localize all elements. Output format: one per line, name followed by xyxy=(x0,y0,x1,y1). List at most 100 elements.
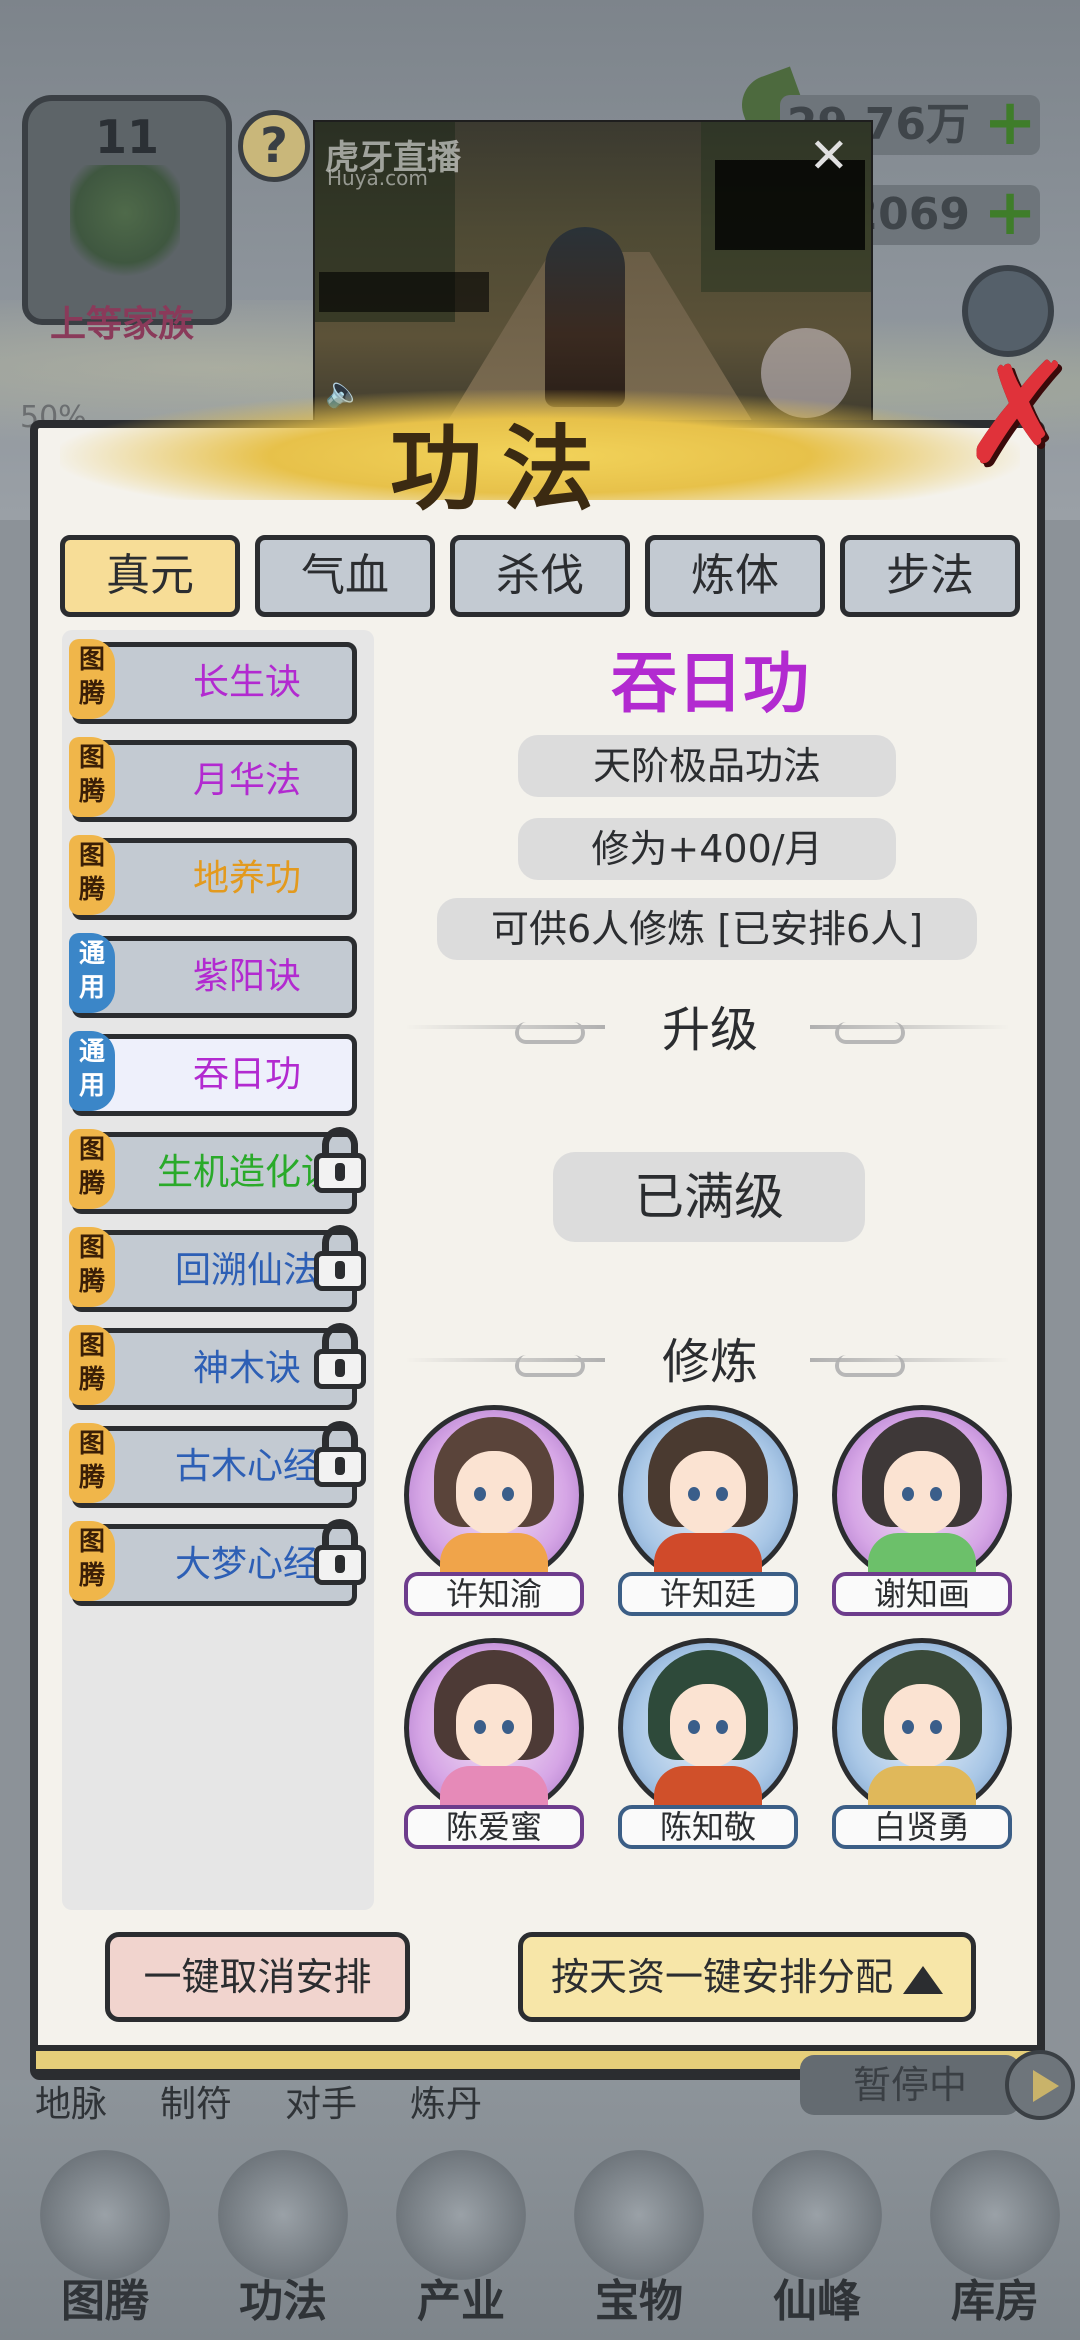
clan-title: 上等家族 xyxy=(50,304,195,345)
divider xyxy=(810,1025,1010,1029)
skill-list-label: 吞日功 xyxy=(192,1054,301,1095)
subnav-liandan[interactable]: 炼丹 xyxy=(410,2075,482,2127)
avatar-eye xyxy=(930,1720,942,1734)
skill-list-item[interactable]: 图腾 地养功 xyxy=(69,835,357,920)
skill-list-item[interactable]: 图腾 古木心经 xyxy=(69,1421,366,1508)
practitioner-name: 陈知敬 xyxy=(618,1805,798,1849)
avatar-face xyxy=(456,1451,532,1535)
tab-qixue[interactable]: 气血 xyxy=(255,535,435,617)
subnav-duishou[interactable]: 对手 xyxy=(285,2075,357,2127)
totem-badge: 图腾 xyxy=(69,1325,115,1405)
auto-assign-button[interactable]: 按天资一键安排分配 xyxy=(518,1932,976,2022)
totem-badge: 图腾 xyxy=(69,1227,115,1307)
skill-list-item[interactable]: 通用 紫阳诀 xyxy=(69,933,357,1018)
nav-industry-label[interactable]: 产业 xyxy=(381,2265,541,2329)
lock-icon xyxy=(310,1519,370,1585)
totem-badge: 图腾 xyxy=(69,1423,115,1503)
practitioner-avatar[interactable] xyxy=(832,1405,1012,1585)
skill-list-label: 地养功 xyxy=(192,858,301,899)
auto-assign-label: 按天资一键安排分配 xyxy=(550,1955,893,1999)
skill-list-item[interactable]: 通用 吞日功 xyxy=(69,1031,357,1116)
nav-industry-icon[interactable] xyxy=(396,2150,526,2280)
play-icon[interactable] xyxy=(1005,2050,1075,2120)
nav-totem-label[interactable]: 图腾 xyxy=(25,2265,185,2329)
skill-list-item[interactable]: 图腾 神木诀 xyxy=(69,1323,366,1410)
help-button[interactable]: ? xyxy=(238,110,310,182)
practitioner-name: 谢知画 xyxy=(832,1572,1012,1616)
practitioner-name: 陈爱蜜 xyxy=(404,1805,584,1849)
skill-list-label: 长生诀 xyxy=(192,662,301,703)
lock-icon xyxy=(310,1127,370,1193)
practitioner-avatar[interactable] xyxy=(404,1405,584,1585)
skill-list-item[interactable]: 图腾 大梦心经 xyxy=(69,1519,366,1606)
skill-category-tabs: 真元 气血 杀伐 炼体 步法 xyxy=(60,535,1020,619)
tab-shafa[interactable]: 杀伐 xyxy=(450,535,630,617)
divider xyxy=(810,1358,1010,1362)
nav-treasure-icon[interactable] xyxy=(574,2150,704,2280)
avatar-eye xyxy=(930,1487,942,1501)
add-resource-button[interactable]: + xyxy=(980,91,1040,155)
skill-grade: 天阶极品功法 xyxy=(518,735,896,797)
nav-peak-label[interactable]: 仙峰 xyxy=(737,2265,897,2329)
avatar-face xyxy=(456,1684,532,1768)
avatar-face xyxy=(884,1684,960,1768)
lock-icon xyxy=(310,1323,370,1389)
avatar-eye xyxy=(688,1720,700,1734)
tab-bufa[interactable]: 步法 xyxy=(840,535,1020,617)
practitioner-name: 许知廷 xyxy=(618,1572,798,1616)
nav-storage-icon[interactable] xyxy=(930,2150,1060,2280)
skill-capacity: 可供6人修炼 [已安排6人] xyxy=(437,898,977,960)
totem-badge: 图腾 xyxy=(69,1129,115,1209)
clan-level: 11 xyxy=(95,110,160,164)
video-logo-sub: Huya.com xyxy=(327,166,428,190)
nav-skills-label[interactable]: 功法 xyxy=(203,2265,363,2329)
skill-list-item[interactable]: 图腾 长生诀 xyxy=(69,639,357,724)
nav-skills-icon[interactable] xyxy=(218,2150,348,2280)
avatar-eye xyxy=(688,1487,700,1501)
skill-list-item[interactable]: 图腾 回溯仙法 xyxy=(69,1225,366,1312)
totem-badge: 图腾 xyxy=(69,1521,115,1601)
video-hud-subtitle xyxy=(319,272,489,312)
max-level-button[interactable]: 已满级 xyxy=(553,1152,865,1242)
avatar-eye xyxy=(902,1720,914,1734)
paused-indicator: 暂停中 xyxy=(800,2055,1020,2115)
practitioner-avatar[interactable] xyxy=(618,1405,798,1585)
practitioner-avatar[interactable] xyxy=(832,1638,1012,1818)
practitioner-avatar[interactable] xyxy=(404,1638,584,1818)
close-icon[interactable]: ✕ xyxy=(809,128,849,184)
close-dialog-icon[interactable]: ✗ xyxy=(960,345,1077,485)
avatar-eye xyxy=(716,1487,728,1501)
avatar-eye xyxy=(902,1487,914,1501)
skill-name: 吞日功 xyxy=(611,645,809,722)
add-resource-button[interactable]: + xyxy=(980,181,1040,245)
triangle-up-icon xyxy=(903,1965,943,1994)
practice-heading: 修炼 xyxy=(661,1334,758,1390)
lock-icon xyxy=(310,1225,370,1291)
subnav-zhifu[interactable]: 制符 xyxy=(160,2075,232,2127)
avatar-face xyxy=(670,1684,746,1768)
lock-icon xyxy=(310,1421,370,1487)
nav-peak-icon[interactable] xyxy=(752,2150,882,2280)
practitioner-avatar[interactable] xyxy=(618,1638,798,1818)
cancel-all-button[interactable]: 一键取消安排 xyxy=(105,1932,410,2022)
general-badge: 通用 xyxy=(69,1031,115,1111)
skill-list-item[interactable]: 图腾 生机造化诀 xyxy=(69,1127,366,1214)
cancel-all-label: 一键取消安排 xyxy=(143,1955,372,1999)
practitioner-name: 白贤勇 xyxy=(832,1805,1012,1849)
video-scene-rider xyxy=(545,227,625,407)
tab-lianti[interactable]: 炼体 xyxy=(645,535,825,617)
avatar-eye xyxy=(716,1720,728,1734)
tree-icon xyxy=(70,165,180,285)
skill-list-item[interactable]: 图腾 月华法 xyxy=(69,737,357,822)
avatar-eye xyxy=(474,1720,486,1734)
subnav-dimai[interactable]: 地脉 xyxy=(35,2075,107,2127)
avatar-eye xyxy=(474,1487,486,1501)
skill-cultivation-rate: 修为+400/月 xyxy=(518,818,896,880)
nav-treasure-label[interactable]: 宝物 xyxy=(559,2265,719,2329)
nav-totem-icon[interactable] xyxy=(40,2150,170,2280)
tab-zhenyuan[interactable]: 真元 xyxy=(60,535,240,617)
general-badge: 通用 xyxy=(69,933,115,1013)
floating-video-player[interactable]: 虎牙直播 Huya.com ✕ 🔈 xyxy=(313,120,873,432)
avatar-eye xyxy=(502,1720,514,1734)
nav-storage-label[interactable]: 库房 xyxy=(915,2265,1075,2329)
